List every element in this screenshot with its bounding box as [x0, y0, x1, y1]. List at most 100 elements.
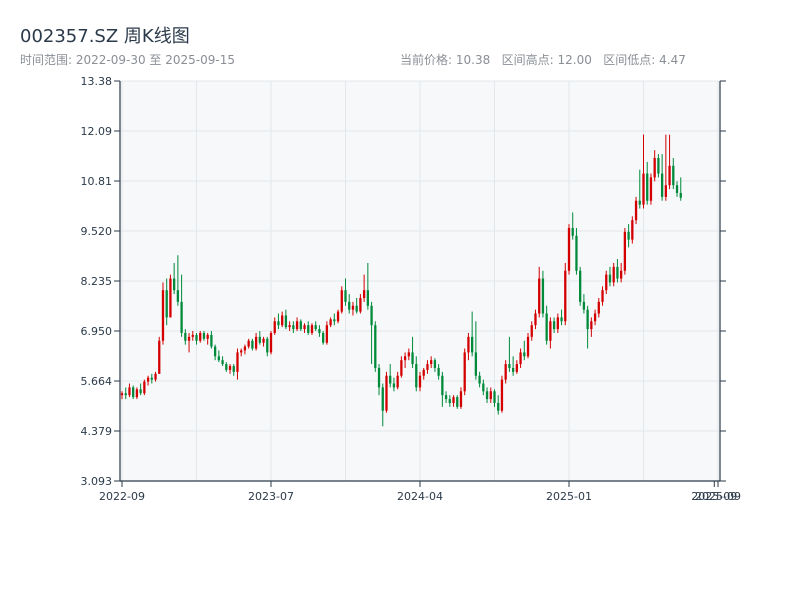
candle-body	[199, 332, 202, 341]
candle-body	[664, 185, 667, 197]
candle-body	[355, 305, 358, 312]
candle-body	[515, 364, 518, 372]
candle-body	[411, 352, 414, 365]
candle-body	[448, 399, 451, 403]
candle-body	[407, 352, 410, 357]
candle-body	[154, 373, 157, 380]
candle-body	[322, 332, 325, 343]
x-tick-label: 2025-09	[695, 490, 741, 503]
candle-body	[307, 325, 310, 333]
candle-body	[478, 375, 481, 384]
candle-body	[474, 352, 478, 376]
candle-body	[180, 301, 183, 333]
candle-body	[277, 321, 280, 326]
candle-body	[225, 364, 228, 370]
y-tick-label: 10.81	[81, 175, 113, 188]
candle-body	[359, 297, 362, 312]
candle-body	[284, 315, 288, 328]
candle-body	[444, 395, 448, 400]
candle-body	[649, 177, 653, 201]
candle-body	[165, 290, 168, 318]
candle-body	[482, 383, 485, 392]
candle-body	[396, 375, 399, 388]
candle-body	[176, 290, 180, 302]
candle-body	[281, 315, 284, 326]
candle-body	[567, 227, 571, 271]
candle-body	[679, 192, 682, 198]
candle-body	[452, 397, 455, 403]
candle-body	[389, 375, 392, 384]
candlestick-chart: 13.38 12.09 10.81 9.520 8.235 6.950 5.664 4.379…	[81, 75, 741, 503]
y-tick-label: 8.235	[81, 275, 113, 288]
candle-body	[620, 270, 623, 279]
candle-body	[333, 319, 336, 322]
candle-body	[243, 346, 247, 351]
candle-body	[504, 364, 507, 380]
x-tick-label: 2022-09	[99, 490, 145, 503]
candle-body	[325, 325, 329, 343]
candle-body	[467, 336, 470, 353]
y-tick-label: 6.950	[81, 325, 113, 338]
candle-body	[366, 290, 369, 306]
candle-body	[668, 165, 671, 186]
candle-body	[623, 231, 627, 271]
candle-body	[210, 334, 213, 347]
candle-body	[310, 325, 314, 333]
candle-body	[195, 334, 198, 341]
candle-body	[534, 313, 537, 326]
candle-body	[288, 325, 291, 328]
candle-body	[552, 321, 556, 330]
candle-body	[251, 340, 254, 349]
candle-body	[575, 235, 578, 271]
candle-body	[240, 350, 243, 353]
candle-body	[415, 364, 418, 388]
candle-body	[634, 200, 638, 221]
candle-body	[269, 332, 273, 353]
candle-body	[657, 157, 660, 174]
candle-body	[377, 367, 381, 388]
candle-body	[303, 325, 306, 330]
candle-body	[150, 377, 153, 380]
y-tick-label: 5.664	[81, 375, 113, 388]
candle-body	[608, 274, 612, 283]
y-tick-label: 13.38	[81, 75, 113, 88]
candle-body	[340, 290, 343, 312]
candle-body	[173, 278, 176, 291]
candle-body	[616, 266, 619, 279]
candle-body	[430, 360, 433, 365]
candle-body	[120, 393, 124, 396]
candle-body	[135, 389, 139, 398]
candle-body	[266, 338, 269, 353]
candle-body	[549, 321, 552, 341]
candle-body	[560, 317, 563, 322]
x-tick-label: 2024-04	[397, 490, 443, 503]
candle-body	[593, 313, 597, 322]
y-tick-label: 9.520	[81, 225, 113, 238]
candle-body	[132, 387, 135, 398]
y-tick-label: 4.379	[81, 425, 113, 438]
candle-body	[497, 402, 500, 411]
candle-body	[530, 325, 533, 337]
candle-body	[422, 369, 425, 376]
y-tick-label: 12.09	[81, 125, 113, 138]
candle-body	[213, 346, 217, 357]
candle-body	[351, 305, 355, 310]
candle-body	[493, 391, 496, 403]
y-tick-label: 3.093	[81, 475, 113, 488]
candle-body	[403, 356, 407, 361]
candle-body	[646, 173, 649, 201]
candle-body	[672, 165, 675, 186]
candle-body	[511, 367, 515, 372]
candle-body	[426, 364, 429, 370]
candle-body	[433, 360, 437, 368]
candle-body	[463, 352, 466, 392]
candle-body	[564, 270, 567, 322]
candle-body	[489, 391, 492, 400]
candle-body	[579, 270, 582, 302]
candle-body	[597, 301, 600, 314]
candle-body	[541, 278, 545, 314]
candle-body	[392, 383, 396, 388]
candle-body	[318, 329, 321, 333]
candle-body	[638, 200, 641, 205]
candle-body	[292, 325, 295, 330]
